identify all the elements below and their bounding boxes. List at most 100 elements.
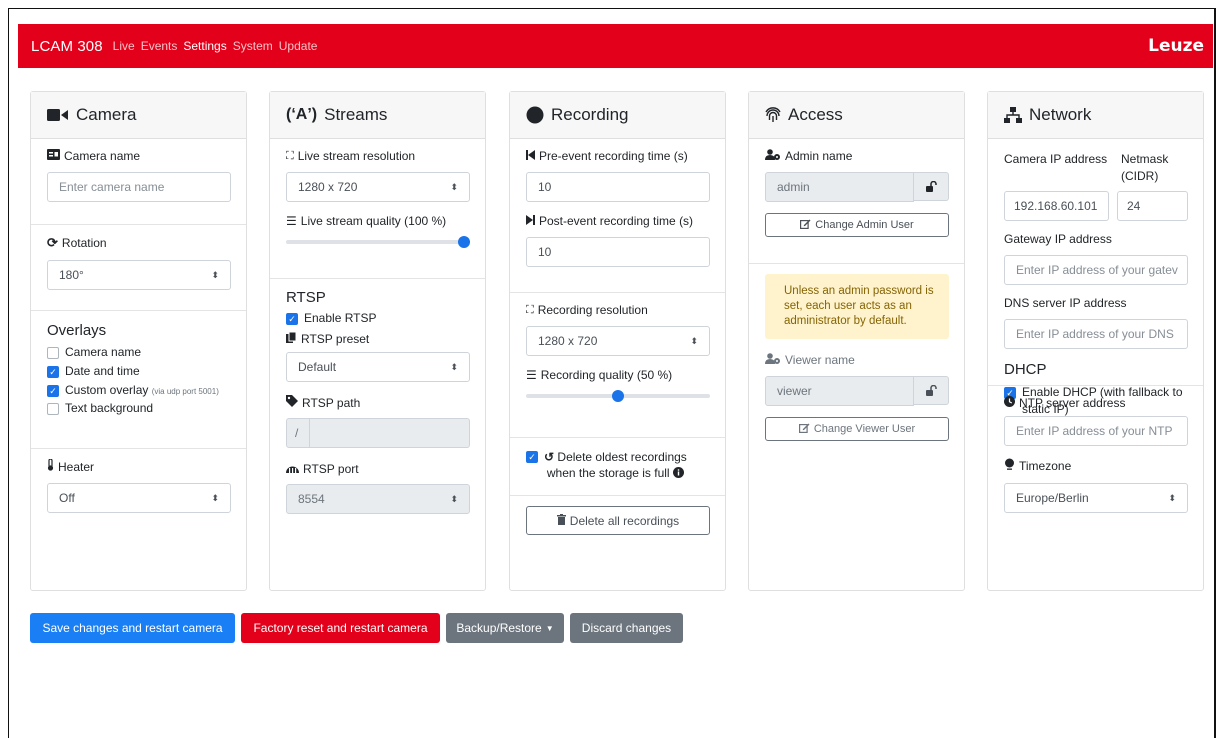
slider-thumb[interactable]: [612, 390, 624, 402]
select-caret-icon: ⬍: [1168, 492, 1176, 503]
expand-icon: ⛶: [286, 149, 294, 162]
nav-update[interactable]: Update: [279, 39, 318, 53]
ip-section: Camera IP address Netmask (CIDR) 192.168…: [988, 139, 1203, 416]
overlay-camera-name-check[interactable]: Camera name: [47, 345, 231, 360]
overlay-date-time-check[interactable]: ✓ Date and time: [47, 364, 231, 379]
info-circle-icon[interactable]: [672, 466, 684, 480]
recording-resolution-select[interactable]: 1280 x 720 ⬍: [526, 326, 710, 356]
ip-netmask-row: Camera IP address Netmask (CIDR): [1004, 151, 1188, 185]
streams-card-title: Streams: [324, 105, 388, 124]
dns-label: DNS server IP address: [1004, 296, 1127, 310]
id-card-icon: [47, 149, 60, 163]
viewer-name-input[interactable]: viewer: [765, 376, 914, 406]
live-resolution-select[interactable]: 1280 x 720 ⬍: [286, 172, 470, 202]
admin-name-group: admin: [765, 172, 949, 202]
video-camera-icon: [47, 108, 69, 122]
network-card-title: Network: [1029, 105, 1092, 124]
live-resolution-value: 1280 x 720: [298, 180, 358, 194]
delete-all-button[interactable]: Delete all recordings: [526, 506, 710, 535]
fingerprint-icon: [765, 107, 781, 123]
admin-section: Admin name admin Change Admin User: [749, 139, 964, 264]
live-quality-slider[interactable]: [286, 234, 470, 250]
overlay-custom-check[interactable]: ✓ Custom overlay (via udp port 5001): [47, 383, 231, 399]
nav-live[interactable]: Live: [113, 39, 135, 53]
slider-thumb[interactable]: [458, 236, 470, 248]
caret-down-icon: ▼: [545, 623, 554, 633]
rotate-icon: ⟳: [47, 235, 58, 250]
rtsp-path-prefix: /: [286, 418, 310, 448]
discard-changes-button[interactable]: Discard changes: [570, 613, 683, 643]
netmask-input[interactable]: 24: [1117, 191, 1188, 221]
broadcast-icon: (ʻAʼ): [286, 106, 318, 123]
save-restart-button[interactable]: Save changes and restart camera: [30, 613, 235, 643]
access-card-title: Access: [788, 105, 843, 124]
rtsp-preset-select[interactable]: Default ⬍: [286, 352, 470, 382]
checkbox[interactable]: [47, 347, 59, 359]
rtsp-path-label: RTSP path: [302, 395, 361, 410]
rtsp-preset-value: Default: [298, 360, 337, 374]
record-circle-icon: [526, 106, 544, 124]
pre-event-input[interactable]: 10: [526, 172, 710, 202]
timezone-select[interactable]: Europe/Berlin ⬍: [1004, 483, 1188, 513]
unlock-icon[interactable]: [914, 376, 949, 405]
step-forward-icon: [526, 214, 535, 228]
access-card-header: Access: [749, 92, 964, 139]
sliders-icon: ☰: [286, 214, 297, 228]
recording-quality-slider[interactable]: [526, 388, 710, 404]
checkbox-checked[interactable]: ✓: [286, 313, 298, 325]
recording-card-header: Recording: [510, 92, 725, 139]
dns-input[interactable]: Enter IP address of your DNS: [1004, 319, 1188, 349]
viewer-name-group: viewer: [765, 376, 949, 406]
heater-select[interactable]: Off ⬍: [47, 483, 231, 513]
ntp-input[interactable]: Enter IP address of your NTP: [1004, 416, 1188, 446]
post-event-input[interactable]: 10: [526, 237, 710, 267]
top-navbar: LCAM 308 Live Events Settings System Upd…: [18, 24, 1213, 68]
checkbox-checked[interactable]: ✓: [47, 385, 59, 397]
delete-oldest-check[interactable]: ✓ ↺ Delete oldest recordings when the st…: [526, 449, 710, 481]
gateway-input[interactable]: Enter IP address of your gatev: [1004, 255, 1188, 285]
rtsp-path-input[interactable]: [310, 418, 470, 448]
checkbox-checked[interactable]: ✓: [47, 366, 59, 378]
leuze-logo: Leuze: [1148, 36, 1204, 56]
live-resolution-label: Live stream resolution: [297, 149, 416, 163]
network-wired-icon: [286, 462, 299, 476]
camera-card: Camera Camera name Enter camera name ⟳ R…: [30, 91, 247, 591]
camera-name-input[interactable]: Enter camera name: [47, 172, 231, 202]
rotation-select[interactable]: 180° ⬍: [47, 260, 231, 290]
backup-restore-button[interactable]: Backup/Restore ▼: [446, 613, 564, 643]
enable-rtsp-check[interactable]: ✓ Enable RTSP: [286, 311, 470, 326]
globe-icon: [1004, 458, 1015, 473]
rotation-label: Rotation: [61, 236, 107, 250]
backup-restore-label: Backup/Restore: [456, 621, 542, 635]
nav-system[interactable]: System: [233, 39, 273, 53]
recording-card-title: Recording: [551, 105, 629, 124]
network-card-header: Network: [988, 92, 1203, 139]
delete-all-section: Delete all recordings: [510, 496, 725, 547]
admin-name-label: Admin name: [785, 149, 853, 163]
rtsp-section: RTSP ✓ Enable RTSP RTSP preset Default ⬍ …: [270, 279, 485, 526]
camera-ip-input[interactable]: 192.168.60.101: [1004, 191, 1109, 221]
select-caret-icon: ⬍: [450, 181, 458, 192]
overlay-text-bg-check[interactable]: Text background: [47, 401, 231, 416]
change-admin-button[interactable]: Change Admin User: [765, 213, 949, 237]
admin-alert: Unless an admin password is set, each us…: [765, 274, 949, 339]
change-viewer-button[interactable]: Change Viewer User: [765, 417, 949, 441]
camera-name-label: Camera name: [64, 149, 141, 163]
factory-reset-button[interactable]: Factory reset and restart camera: [241, 613, 440, 643]
overlays-title: Overlays: [47, 322, 107, 339]
checkbox-checked[interactable]: ✓: [526, 451, 538, 463]
nav-events[interactable]: Events: [141, 39, 178, 53]
admin-name-input[interactable]: admin: [765, 172, 914, 202]
dhcp-title: DHCP: [1004, 361, 1047, 378]
rtsp-preset-label: RTSP preset: [301, 332, 370, 346]
trash-icon: [556, 513, 566, 528]
nav-settings[interactable]: Settings: [183, 39, 226, 53]
camera-card-title: Camera: [76, 105, 137, 124]
brand-title[interactable]: LCAM 308: [31, 38, 103, 55]
unlock-icon[interactable]: [914, 172, 949, 201]
checkbox[interactable]: [47, 403, 59, 415]
camera-ip-label: Camera IP address: [1004, 152, 1108, 166]
thermometer-icon: [47, 458, 54, 474]
rtsp-port-select[interactable]: 8554 ⬍: [286, 484, 470, 514]
edit-icon: [798, 423, 810, 436]
